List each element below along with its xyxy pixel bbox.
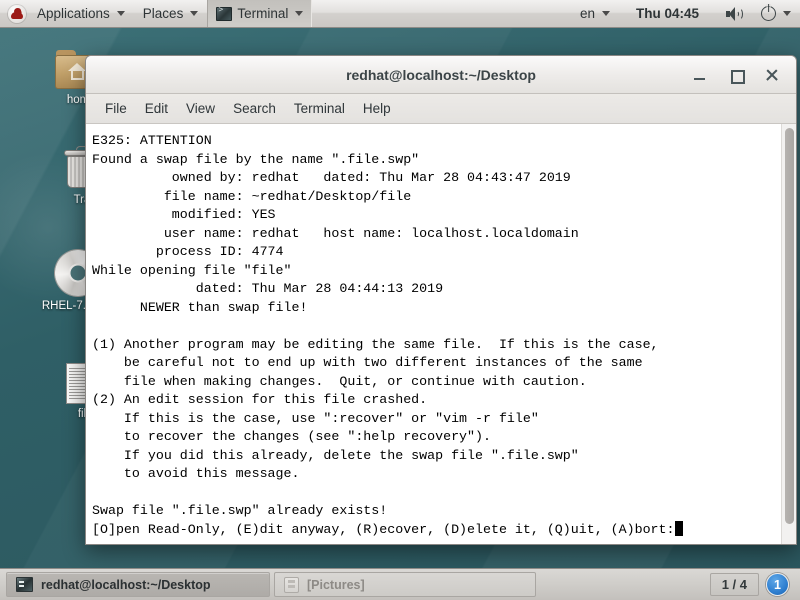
chevron-down-icon xyxy=(601,11,610,16)
menu-item-view[interactable]: View xyxy=(177,97,224,120)
chevron-down-icon xyxy=(116,11,125,16)
terminal-output-text: E325: ATTENTION Found a swap file by the… xyxy=(92,133,659,518)
terminal-body[interactable]: E325: ATTENTION Found a swap file by the… xyxy=(86,124,796,544)
redhat-logo-icon[interactable] xyxy=(8,4,26,23)
menubar: File Edit View Search Terminal Help xyxy=(86,94,796,124)
window-titlebar[interactable]: redhat@localhost:~/Desktop xyxy=(86,56,796,94)
language-label: en xyxy=(579,6,595,21)
taskbar-window-terminal[interactable]: redhat@localhost:~/Desktop xyxy=(6,572,270,597)
top-panel: Applications Places Terminal en Thu 04:4… xyxy=(0,0,800,28)
menu-applications[interactable]: Applications xyxy=(28,0,134,27)
terminal-cursor xyxy=(674,520,683,536)
window-title: redhat@localhost:~/Desktop xyxy=(346,66,536,83)
terminal-prompt-line: [O]pen Read-Only, (E)dit anyway, (R)ecov… xyxy=(92,521,675,537)
system-menu-button[interactable] xyxy=(752,0,800,27)
panel-status-area: en Thu 04:45 xyxy=(571,0,800,27)
terminal-icon xyxy=(216,6,233,21)
clock[interactable]: Thu 04:45 xyxy=(619,0,716,27)
scrollbar-thumb[interactable] xyxy=(785,128,794,524)
taskbar: redhat@localhost:~/Desktop [Pictures] 1 … xyxy=(0,568,800,600)
terminal-output[interactable]: E325: ATTENTION Found a swap file by the… xyxy=(86,124,781,544)
taskbar-window-terminal-label: redhat@localhost:~/Desktop xyxy=(41,577,211,592)
volume-button[interactable] xyxy=(716,0,752,27)
menu-item-edit[interactable]: Edit xyxy=(136,97,177,120)
desktop[interactable]: Applications Places Terminal en Thu 04:4… xyxy=(0,0,800,600)
chevron-down-icon xyxy=(190,11,199,16)
terminal-scrollbar[interactable] xyxy=(781,124,796,544)
menu-item-help[interactable]: Help xyxy=(354,97,400,120)
menu-places-label: Places xyxy=(142,6,184,21)
power-icon xyxy=(761,6,776,21)
menu-applications-label: Applications xyxy=(37,6,110,21)
clock-label: Thu 04:45 xyxy=(635,6,699,21)
workspace-count-label[interactable]: 1 / 4 xyxy=(709,573,759,596)
file-manager-icon xyxy=(284,576,299,593)
maximize-button[interactable] xyxy=(728,67,745,84)
menu-terminal-label: Terminal xyxy=(237,6,289,21)
close-button[interactable] xyxy=(764,67,780,83)
menu-item-file[interactable]: File xyxy=(96,97,136,120)
volume-icon xyxy=(725,6,743,22)
workspace-current-badge[interactable]: 1 xyxy=(766,573,789,596)
workspace-switcher[interactable]: 1 / 4 1 xyxy=(709,573,794,596)
terminal-window[interactable]: redhat@localhost:~/Desktop File Edit Vie… xyxy=(85,55,797,545)
taskbar-window-pictures[interactable]: [Pictures] xyxy=(274,572,536,597)
chevron-down-icon xyxy=(783,11,791,16)
menu-places[interactable]: Places xyxy=(134,0,208,27)
window-controls xyxy=(692,67,796,84)
menu-item-search[interactable]: Search xyxy=(224,97,285,120)
menu-item-terminal[interactable]: Terminal xyxy=(285,97,354,120)
minimize-button[interactable] xyxy=(692,67,708,83)
taskbar-window-pictures-label: [Pictures] xyxy=(307,577,365,592)
menu-terminal-window[interactable]: Terminal xyxy=(207,0,313,27)
chevron-down-icon xyxy=(295,11,304,16)
language-indicator[interactable]: en xyxy=(571,0,619,27)
terminal-icon xyxy=(16,577,33,592)
